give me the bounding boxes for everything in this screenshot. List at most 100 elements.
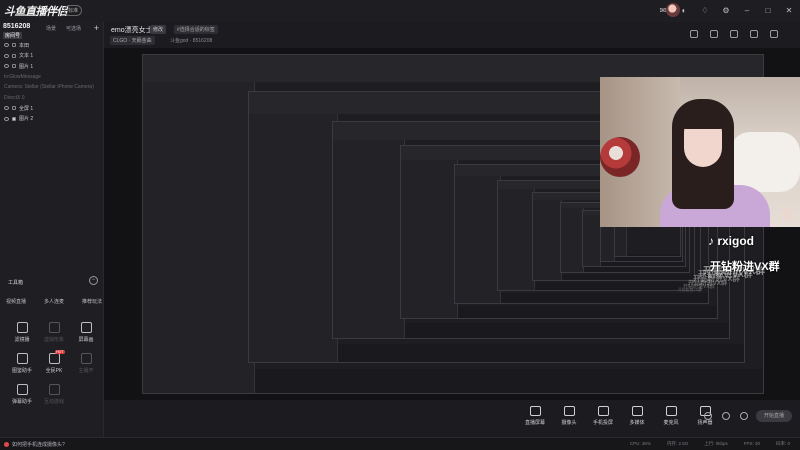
source-item[interactable]: 文本 1 xyxy=(0,51,104,62)
tool-label: 主播开 xyxy=(78,368,94,374)
app-logo: 斗鱼直播伴侣 xyxy=(4,6,68,18)
skin-icon[interactable]: ◐ xyxy=(679,5,689,15)
tab-multi-mic[interactable]: 多人连麦 xyxy=(44,298,64,305)
header-actions xyxy=(690,30,778,38)
filter-icon xyxy=(16,322,28,333)
sticker-image xyxy=(782,207,794,221)
hot-badge: HOT xyxy=(55,350,65,354)
nested-side xyxy=(533,199,563,281)
edition-badge[interactable]: 标准 xyxy=(64,5,83,16)
nested-bottom xyxy=(534,282,701,291)
source-item[interactable]: 本田 xyxy=(0,40,104,51)
source-item[interactable]: 图片 1 xyxy=(0,61,104,72)
nested-side xyxy=(248,113,338,363)
media-button[interactable]: 多媒体 xyxy=(626,406,648,426)
source-label: Camera: Stellar (Stellar iPhone Camera) xyxy=(4,84,94,91)
settings-icon[interactable] xyxy=(740,412,748,420)
tab-recommended[interactable]: 推荐玩法 xyxy=(82,298,102,305)
collapse-toolbox-icon[interactable]: − xyxy=(89,276,98,285)
nested-bottom xyxy=(562,274,695,281)
tool-label: 滤镜播 xyxy=(14,337,30,343)
help-tip[interactable]: 如何把手机连成摄像头? xyxy=(4,441,65,448)
tiktok-watermark: ♪ rxigod xyxy=(708,234,755,248)
lock-icon[interactable] xyxy=(12,64,16,69)
control-label: 直播屏幕 xyxy=(524,420,545,426)
phone-icon xyxy=(597,406,609,416)
lock-icon[interactable] xyxy=(12,116,16,121)
tool-label: 屏幕画 xyxy=(78,337,94,343)
source-item[interactable]: DirectX 0 xyxy=(0,93,104,104)
close-icon[interactable]: ✕ xyxy=(784,5,794,15)
stream-info-header: emo漂亮女士 修改 #选择合适的标签 CLGO · 天籁金曲 斗鱼god · … xyxy=(104,22,800,48)
tool-pk[interactable]: HOT 全民PK xyxy=(38,350,70,374)
nested-side xyxy=(582,215,602,266)
toolbox-grid: 滤镜播 虚拟形象 屏幕画 图鉴助手 HOT 全民PK 主播开 弹幕助手 互动游戏 xyxy=(6,322,102,405)
performance-metrics: CPU: 36% 内存: 2.5G 上行: 0kbps FPS: 30 码率: … xyxy=(630,441,790,447)
overlay-echo: 开钻粉进VX群 xyxy=(678,288,703,292)
category-chip[interactable]: #选择合适的标签 xyxy=(174,25,218,34)
message-icon[interactable]: ✉ xyxy=(658,5,668,15)
screen-capture-button[interactable]: 直播屏幕 xyxy=(524,406,546,426)
webcam-feed[interactable] xyxy=(600,77,800,227)
visibility-icon[interactable] xyxy=(4,106,9,111)
visibility-icon[interactable] xyxy=(4,116,9,121)
host-icon xyxy=(80,353,92,364)
add-source-icon[interactable]: + xyxy=(94,23,99,33)
lock-icon[interactable] xyxy=(710,30,718,38)
lock-icon[interactable] xyxy=(12,43,16,48)
stream-title[interactable]: emo漂亮女士 xyxy=(111,25,153,35)
maximize-icon[interactable]: □ xyxy=(763,5,773,15)
person-bangs xyxy=(682,111,724,129)
tool-filter[interactable]: 滤镜播 xyxy=(6,322,38,343)
control-label: 摄像头 xyxy=(561,420,577,426)
microphone-button[interactable]: 麦克风 xyxy=(660,406,682,426)
edit-title-button[interactable]: 修改 xyxy=(150,25,167,34)
record-icon[interactable] xyxy=(704,412,712,420)
nested-bottom xyxy=(404,322,730,338)
visibility-icon[interactable] xyxy=(4,53,9,58)
tab-scene[interactable]: 场景 xyxy=(46,25,56,32)
tool-host[interactable]: 主播开 xyxy=(70,353,102,374)
record-icon[interactable] xyxy=(730,30,738,38)
tool-guide[interactable]: 图鉴助手 xyxy=(6,353,38,374)
phone-cast-button[interactable]: 手机投屏 xyxy=(592,406,614,426)
source-item[interactable]: 图片 2 xyxy=(0,114,104,125)
source-item[interactable]: 全屏 1 xyxy=(0,103,104,114)
tag-chip[interactable]: CLGO · 天籁金曲 xyxy=(110,36,155,45)
source-item[interactable]: Camera: Stellar (Stellar iPhone Camera) xyxy=(0,82,104,93)
tool-virtual-avatar[interactable]: 虚拟形象 xyxy=(38,322,70,343)
layout-icon[interactable] xyxy=(750,30,758,38)
nested-side xyxy=(455,176,501,303)
source-label: 图片 1 xyxy=(19,63,34,70)
visibility-icon[interactable] xyxy=(4,64,9,69)
metric: 上行: 0kbps xyxy=(704,441,728,446)
source-label: 全屏 1 xyxy=(19,105,34,112)
notification-icon[interactable]: ♢ xyxy=(700,5,710,15)
screen-icon xyxy=(529,406,541,416)
tool-danmaku[interactable]: 弹幕助手 xyxy=(6,384,38,405)
source-item[interactable]: tv:GlowMessage xyxy=(0,72,104,83)
visibility-icon[interactable] xyxy=(4,43,9,48)
metric: 码率: 0 xyxy=(775,441,790,446)
start-live-button[interactable]: 开始直播 xyxy=(756,410,792,422)
camera-button[interactable]: 摄像头 xyxy=(558,406,580,426)
minimize-icon[interactable]: – xyxy=(742,5,752,15)
nested-side xyxy=(614,224,627,257)
tab-video-live[interactable]: 视频直播 xyxy=(6,298,26,305)
tool-game[interactable]: 互动游戏 xyxy=(38,384,70,405)
tab-optional-scene[interactable]: 可选场 xyxy=(66,25,81,32)
camera-icon xyxy=(563,406,575,416)
toolbox-title: 工具箱 xyxy=(8,280,24,286)
share-icon[interactable] xyxy=(690,30,698,38)
streamer-meta: 斗鱼god · 8516208 xyxy=(170,38,213,44)
fullscreen-icon[interactable] xyxy=(770,30,778,38)
lock-icon[interactable] xyxy=(12,106,16,111)
nested-bottom xyxy=(457,306,718,319)
lock-icon[interactable] xyxy=(12,53,16,58)
nested-bottom xyxy=(626,254,680,257)
control-label: 扬声器 xyxy=(697,420,713,426)
tool-screen-draw[interactable]: 屏幕画 xyxy=(70,322,102,343)
metric: 内存: 2.5G xyxy=(666,441,689,446)
settings-icon[interactable]: ⚙ xyxy=(721,5,731,15)
timer-icon[interactable] xyxy=(722,412,730,420)
